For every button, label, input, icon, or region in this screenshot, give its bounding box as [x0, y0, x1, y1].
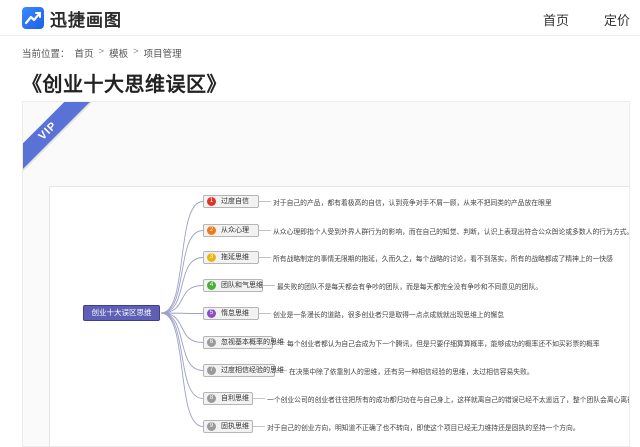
branch-connector	[160, 312, 204, 399]
branch-number-badge: 6	[207, 338, 216, 347]
branch-label: 过度自信	[221, 198, 249, 205]
mindmap-root-node[interactable]: 创业十大误区思维	[83, 305, 160, 321]
nav-pricing-link[interactable]: 定价	[604, 10, 630, 29]
logo-icon	[22, 7, 44, 29]
branch-number-badge: 7	[207, 366, 216, 375]
template-preview[interactable]: VIP 创业十大误区思维 1 过度自信 对于自己的产品，都有着极高的自信，认到竞争对…	[22, 101, 630, 447]
top-navigation-bar: 迅捷画图 首页 定价	[0, 0, 640, 36]
branch-label: 拖延思维	[221, 254, 249, 261]
branch-description: 在决策中除了依靠别人的思维，还有另一种相信经验的思维，太过相信容易失败。	[289, 369, 534, 376]
breadcrumb: 当前位置： 首页 > 模板 > 项目管理	[22, 46, 182, 60]
branch-description: 创业是一条漫长的道路，很多创业者只是取得一点点成就就出现思维上的懈怠	[273, 312, 505, 319]
branch-connector	[160, 285, 204, 314]
breadcrumb-home[interactable]: 首页	[75, 46, 94, 60]
branch-description: 所有战略制定的事情无限期的拖延，久而久之，每个战略的讨论，看不到落实，所有的战略…	[273, 256, 613, 263]
mindmap-branch-node[interactable]: 2 从众心理	[203, 224, 259, 237]
mindmap-branch-node[interactable]: 4 团队和气思维	[203, 279, 263, 292]
nav-home-link[interactable]: 首页	[543, 10, 569, 29]
mindmap-branch-node[interactable]: 9 固执思维	[203, 420, 253, 433]
branch-label: 忽视基本概率的思维	[221, 339, 284, 346]
branch-label: 惰怠思维	[221, 310, 249, 317]
branch-connector	[160, 257, 204, 314]
branch-description: 对于自己的产品，都有着极高的自信，认到竞争对手不屑一顾，从来不把同类的产品放在眼…	[273, 200, 552, 207]
logo-text: 迅捷画图	[50, 10, 122, 30]
branch-number-badge: 9	[207, 422, 216, 431]
vip-badge: VIP	[23, 102, 94, 177]
mindmap-branch-node[interactable]: 1 过度自信	[203, 195, 259, 208]
mindmap-diagram: 创业十大误区思维 1 过度自信 对于自己的产品，都有着极高的自信，认到竞争对手不屑一…	[49, 186, 630, 446]
breadcrumb-separator: >	[133, 46, 139, 57]
mindmap-branch-node[interactable]: 7 过度相信经验的思维	[203, 364, 284, 377]
branch-number-badge: 2	[207, 226, 216, 235]
branch-description: 每个创业者都认为自己会成为下一个腾讯，但是只要仔细算算概率，能够成功的概率还不如…	[287, 341, 600, 348]
branch-number-badge: 5	[207, 309, 216, 318]
branch-label: 固执思维	[221, 423, 249, 430]
mindmap-branch-node[interactable]: 5 惰怠思维	[203, 307, 259, 320]
mindmap-branch-node[interactable]: 8 自利思维	[203, 392, 253, 405]
branch-number-badge: 8	[207, 394, 216, 403]
breadcrumb-separator: >	[98, 46, 105, 57]
branch-connector	[160, 230, 204, 314]
branch-description: 对于自己的创业方向，明知道不正确了也不转向，即使这个项目已经无力维持还是固执的坚…	[267, 425, 580, 432]
mindmap-branch-node[interactable]: 6 忽视基本概率的思维	[203, 336, 284, 349]
site-logo[interactable]: 迅捷画图	[22, 6, 122, 30]
page-title: 《创业十大思维误区》	[22, 74, 227, 96]
breadcrumb-templates[interactable]: 模板	[109, 46, 128, 60]
branch-label: 过度相信经验的思维	[221, 367, 284, 374]
breadcrumb-project-management[interactable]: 项目管理	[144, 46, 182, 60]
branch-label: 团队和气思维	[221, 282, 263, 289]
branch-number-badge: 4	[207, 281, 216, 290]
branch-description: 一个创业公司的创业者往往把所有的成功都归功在与自己身上，这样就离自己的错误已经不…	[267, 397, 630, 404]
branch-number-badge: 1	[207, 197, 216, 206]
breadcrumb-label: 当前位置：	[22, 49, 70, 60]
branch-description: 最失败的团队不是每天都会有争吵的团队，而是每天都完全没有争吵和不同意见的团队。	[277, 284, 543, 291]
branch-label: 从众心理	[221, 227, 249, 234]
branch-connector	[160, 201, 204, 314]
branch-connector	[160, 312, 204, 343]
mindmap-branch-node[interactable]: 3 拖延思维	[203, 251, 259, 264]
branch-number-badge: 3	[207, 253, 216, 262]
branch-label: 自利思维	[221, 395, 249, 402]
branch-description: 从众心理即指个人受到外界人群行为的影响，而在自己的知觉、判断，认识上表现出符合公…	[273, 229, 630, 236]
